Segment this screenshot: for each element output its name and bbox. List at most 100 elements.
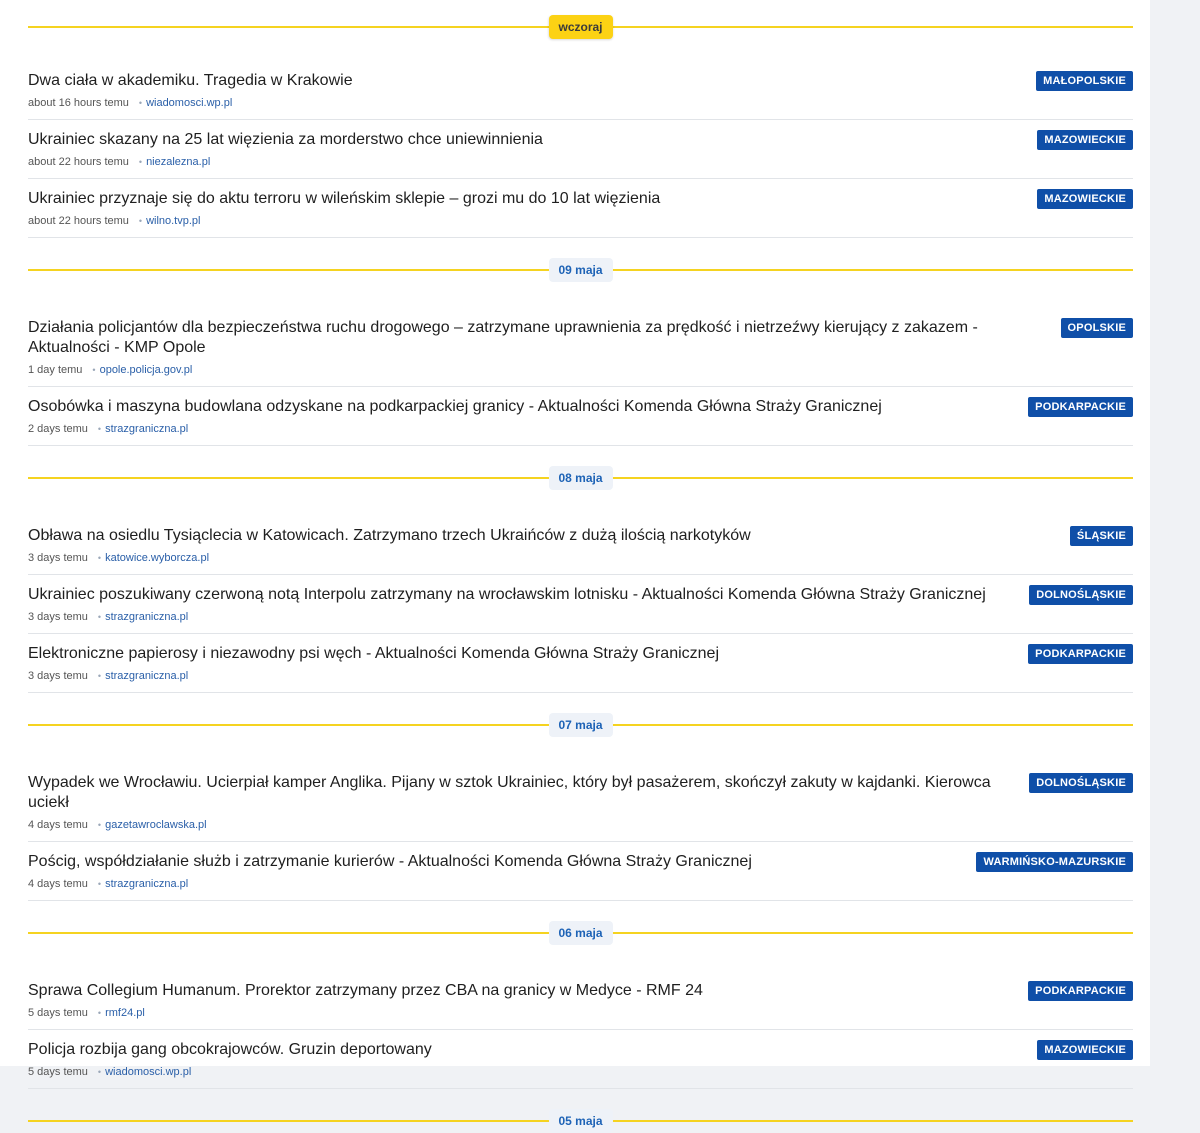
news-source-link[interactable]: niezalezna.pl (146, 156, 210, 168)
news-time: about 22 hours temu (28, 156, 129, 168)
news-title[interactable]: Osobówka i maszyna budowlana odzyskane n… (28, 397, 1003, 417)
date-label: wczoraj (548, 15, 613, 39)
news-source-link[interactable]: katowice.wyborcza.pl (105, 552, 209, 564)
region-badge[interactable]: MAZOWIECKIE (1037, 130, 1133, 150)
news-meta: about 16 hours temu • wiadomosci.wp.pl (28, 95, 1003, 111)
date-divider: 09 maja (28, 258, 1133, 282)
news-title[interactable]: Obława na osiedlu Tysiąclecia w Katowica… (28, 526, 1003, 546)
news-time: 4 days temu (28, 819, 88, 831)
region-badge[interactable]: PODKARPACKIE (1028, 397, 1133, 417)
date-divider: wczoraj (28, 15, 1133, 39)
separator-dot-icon: • (97, 424, 102, 434)
date-label: 07 maja (548, 713, 613, 737)
region-badge[interactable]: WARMIŃSKO-MAZURSKIE (976, 852, 1133, 872)
news-group: Wypadek we Wrocławiu. Ucierpiał kamper A… (28, 763, 1133, 901)
news-source-link[interactable]: strazgraniczna.pl (105, 878, 188, 890)
region-badge[interactable]: DOLNOŚLĄSKIE (1029, 585, 1133, 605)
news-meta: 4 days temu • gazetawroclawska.pl (28, 817, 1003, 833)
news-title[interactable]: Dwa ciała w akademiku. Tragedia w Krakow… (28, 71, 1003, 91)
news-source-link[interactable]: wiadomosci.wp.pl (146, 97, 232, 109)
news-time: 5 days temu (28, 1007, 88, 1019)
news-item: Osobówka i maszyna budowlana odzyskane n… (28, 387, 1133, 446)
news-source-link[interactable]: wiadomosci.wp.pl (105, 1066, 191, 1078)
news-title[interactable]: Policja rozbija gang obcokrajowców. Gruz… (28, 1040, 1003, 1060)
news-source-link[interactable]: opole.policja.gov.pl (100, 364, 193, 376)
news-meta: 3 days temu • katowice.wyborcza.pl (28, 550, 1003, 566)
news-time: about 16 hours temu (28, 97, 129, 109)
news-meta: 5 days temu • rmf24.pl (28, 1005, 1003, 1021)
news-title[interactable]: Działania policjantów dla bezpieczeństwa… (28, 318, 1003, 358)
news-title[interactable]: Pościg, współdziałanie służb i zatrzyman… (28, 852, 1003, 872)
separator-dot-icon: • (97, 879, 102, 889)
news-title[interactable]: Wypadek we Wrocławiu. Ucierpiał kamper A… (28, 773, 1003, 813)
news-item: Dwa ciała w akademiku. Tragedia w Krakow… (28, 61, 1133, 120)
news-meta: 5 days temu • wiadomosci.wp.pl (28, 1064, 1003, 1080)
separator-dot-icon: • (97, 1008, 102, 1018)
news-time: 3 days temu (28, 670, 88, 682)
news-meta: 2 days temu • strazgraniczna.pl (28, 421, 1003, 437)
date-label: 09 maja (548, 258, 613, 282)
news-group: Sprawa Collegium Humanum. Prorektor zatr… (28, 971, 1133, 1089)
news-meta: about 22 hours temu • niezalezna.pl (28, 154, 1003, 170)
news-time: 3 days temu (28, 611, 88, 623)
news-item: Ukrainiec poszukiwany czerwoną notą Inte… (28, 575, 1133, 634)
news-group: Obława na osiedlu Tysiąclecia w Katowica… (28, 516, 1133, 693)
news-time: 4 days temu (28, 878, 88, 890)
news-title[interactable]: Ukrainiec przyznaje się do aktu terroru … (28, 189, 1003, 209)
news-time: 3 days temu (28, 552, 88, 564)
news-source-link[interactable]: strazgraniczna.pl (105, 670, 188, 682)
separator-dot-icon: • (97, 1067, 102, 1077)
news-source-link[interactable]: gazetawroclawska.pl (105, 819, 207, 831)
news-time: about 22 hours temu (28, 215, 129, 227)
news-item: Obława na osiedlu Tysiąclecia w Katowica… (28, 516, 1133, 575)
news-title[interactable]: Ukrainiec poszukiwany czerwoną notą Inte… (28, 585, 1003, 605)
news-item: Ukrainiec skazany na 25 lat więzienia za… (28, 120, 1133, 179)
region-badge[interactable]: MAŁOPOLSKIE (1036, 71, 1133, 91)
news-meta: 4 days temu • strazgraniczna.pl (28, 876, 1003, 892)
date-divider: 08 maja (28, 466, 1133, 490)
news-item: Policja rozbija gang obcokrajowców. Gruz… (28, 1030, 1133, 1089)
region-badge[interactable]: PODKARPACKIE (1028, 644, 1133, 664)
region-badge[interactable]: MAZOWIECKIE (1037, 189, 1133, 209)
date-divider: 07 maja (28, 713, 1133, 737)
news-source-link[interactable]: rmf24.pl (105, 1007, 145, 1019)
news-item: Ukrainiec przyznaje się do aktu terroru … (28, 179, 1133, 238)
date-label: 06 maja (548, 921, 613, 945)
news-page: wczoraj Dwa ciała w akademiku. Tragedia … (0, 0, 1150, 1133)
date-label: 05 maja (548, 1109, 613, 1133)
news-item: Wypadek we Wrocławiu. Ucierpiał kamper A… (28, 763, 1133, 842)
region-badge[interactable]: DOLNOŚLĄSKIE (1029, 773, 1133, 793)
news-title[interactable]: Ukrainiec skazany na 25 lat więzienia za… (28, 130, 1003, 150)
news-source-link[interactable]: strazgraniczna.pl (105, 423, 188, 435)
date-divider: 06 maja (28, 921, 1133, 945)
date-label: 08 maja (548, 466, 613, 490)
news-group: Dwa ciała w akademiku. Tragedia w Krakow… (28, 61, 1133, 238)
news-item: Działania policjantów dla bezpieczeństwa… (28, 308, 1133, 387)
news-meta: 1 day temu • opole.policja.gov.pl (28, 362, 1003, 378)
news-time: 1 day temu (28, 364, 83, 376)
news-time: 5 days temu (28, 1066, 88, 1078)
separator-dot-icon: • (138, 216, 143, 226)
news-title[interactable]: Sprawa Collegium Humanum. Prorektor zatr… (28, 981, 1003, 1001)
news-source-link[interactable]: strazgraniczna.pl (105, 611, 188, 623)
date-divider: 05 maja (28, 1109, 1133, 1133)
news-meta: 3 days temu • strazgraniczna.pl (28, 609, 1003, 625)
news-item: Pościg, współdziałanie służb i zatrzyman… (28, 842, 1133, 901)
separator-dot-icon: • (97, 553, 102, 563)
news-item: Sprawa Collegium Humanum. Prorektor zatr… (28, 971, 1133, 1030)
news-group: Działania policjantów dla bezpieczeństwa… (28, 308, 1133, 446)
news-feed: wczoraj Dwa ciała w akademiku. Tragedia … (28, 0, 1133, 1133)
separator-dot-icon: • (97, 612, 102, 622)
news-meta: about 22 hours temu • wilno.tvp.pl (28, 213, 1003, 229)
region-badge[interactable]: OPOLSKIE (1060, 318, 1133, 338)
region-badge[interactable]: PODKARPACKIE (1028, 981, 1133, 1001)
news-item: Elektroniczne papierosy i niezawodny psi… (28, 634, 1133, 693)
region-badge[interactable]: ŚLĄSKIE (1069, 526, 1133, 546)
separator-dot-icon: • (138, 98, 143, 108)
separator-dot-icon: • (97, 820, 102, 830)
news-title[interactable]: Elektroniczne papierosy i niezawodny psi… (28, 644, 1003, 664)
news-meta: 3 days temu • strazgraniczna.pl (28, 668, 1003, 684)
separator-dot-icon: • (138, 157, 143, 167)
region-badge[interactable]: MAZOWIECKIE (1037, 1040, 1133, 1060)
news-source-link[interactable]: wilno.tvp.pl (146, 215, 200, 227)
